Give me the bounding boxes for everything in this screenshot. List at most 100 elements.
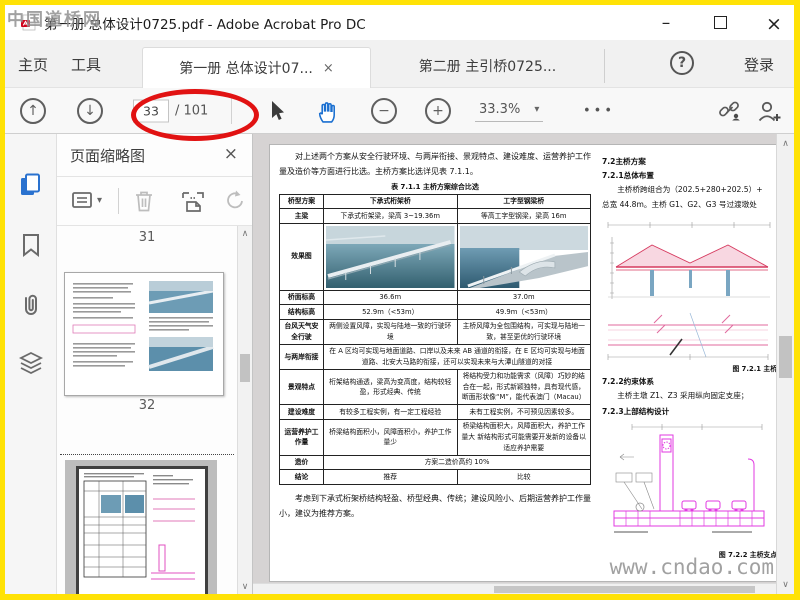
zoom-out-button[interactable]: − <box>371 97 397 124</box>
doc-tab-2[interactable]: 第二册 主引桥0725... <box>371 49 605 83</box>
row-label: 建设难度 <box>279 404 324 420</box>
row-label: 结论 <box>279 469 324 485</box>
header-cell: 下承式桁架桥 <box>323 193 458 210</box>
thumbnail-options-button[interactable]: ▾ <box>71 189 102 211</box>
table-row: 结论 推荐 比较 <box>279 469 591 485</box>
scroll-up-icon[interactable]: ∧ <box>238 229 252 239</box>
zoom-in-button[interactable]: + <box>425 97 451 124</box>
cell-merged: 方案二造价高约 10% <box>323 454 591 471</box>
rotate-pages-icon[interactable] <box>223 189 245 213</box>
horizontal-scrollbar-thumb[interactable] <box>493 586 756 593</box>
maximize-button[interactable] <box>710 13 730 33</box>
horizontal-scrollbar[interactable] <box>253 583 776 594</box>
select-tool-icon[interactable] <box>267 100 287 122</box>
bridge-plan-figure <box>607 313 769 361</box>
close-button[interactable]: × <box>764 13 784 35</box>
panel-scrollbar[interactable]: ∧ ∨ <box>237 226 252 594</box>
cell-option-b: 主桥风障为全包围结构，可实现与陆地一致，甚至更优的行驶环境 <box>456 318 591 345</box>
section-paragraph: 总宽 44.8m。主桥 G1、G2、G3 号过渡墩处 <box>602 199 757 209</box>
zoom-level-dropdown[interactable]: 33.3% ▾ <box>475 100 544 122</box>
next-page-button[interactable]: ↓ <box>77 97 103 124</box>
panel-toolbar-divider <box>118 188 119 214</box>
tab-home[interactable]: 主页 <box>18 40 48 88</box>
page-number-input[interactable] <box>133 99 169 122</box>
panel-close-icon[interactable]: × <box>224 144 238 164</box>
intro-paragraph: 对上述两个方案从安全行驶环境、与两岸衔接、景观特点、建设难度、运营养护工作量及造… <box>279 152 591 176</box>
panel-scrollbar-thumb[interactable] <box>240 354 250 382</box>
header-cell: 桥型方案 <box>279 193 324 210</box>
row-label: 桥面标高 <box>279 289 324 306</box>
cell-option-a: 推荐 <box>323 469 458 485</box>
bookmarks-icon[interactable] <box>18 232 44 258</box>
zoom-level-value: 33.3% <box>479 101 521 117</box>
layers-icon[interactable] <box>18 350 44 376</box>
cell-option-b: 未有工程实例，不可预见因素较多。 <box>456 404 591 420</box>
delete-pages-icon[interactable] <box>133 189 155 213</box>
cell-option-b: 将结构受力和功能需求（风障）巧妙的结合在一起，形式新颖独特，具有现代感，断面形状… <box>456 368 591 406</box>
cell-option-a: 桥梁结构面积小，风障面积小，养护工作量少 <box>323 418 458 456</box>
main-toolbar: ↑ ↓ / 101 − + 33.3% ▾ ••• <box>5 88 794 141</box>
cell-option-a: 有较多工程实例，有一定工程经验 <box>323 404 458 420</box>
scroll-down-icon[interactable]: ∨ <box>238 582 252 592</box>
attachments-icon[interactable] <box>18 292 44 318</box>
navigation-rail <box>5 134 57 594</box>
figure-caption: 图 7.2.1 主桥 <box>732 365 776 374</box>
table-title: 表 7.1.1 主桥方案综合比选 <box>391 182 479 191</box>
window-body: 页面缩略图 × ▾ 31 32 ∧ ∨ 对上述两个方案从安全行驶环境、与两岸衔接… <box>5 134 794 594</box>
table-header-row: 桥型方案 下承式桁架桥 工字型钢梁桥 <box>279 193 591 210</box>
scroll-up-icon[interactable]: ∧ <box>777 139 794 149</box>
page-33-thumbnail[interactable] <box>76 466 208 594</box>
row-label: 景观特点 <box>279 368 324 406</box>
bridge-elevation-figure <box>607 222 771 300</box>
page-left-column: 对上述两个方案从安全行驶环境、与两岸衔接、景观特点、建设难度、运营养护工作量及造… <box>279 150 591 521</box>
table-row: 建设难度 有较多工程实例，有一定工程经验 未有工程实例，不可预见因素较多。 <box>279 404 591 420</box>
doc-tab-1[interactable]: 第一册 总体设计07... × <box>142 47 371 88</box>
extract-pages-icon[interactable] <box>181 189 205 213</box>
tab-tools[interactable]: 工具 <box>71 40 101 88</box>
minimize-button[interactable]: – <box>656 13 676 33</box>
vertical-scrollbar-thumb[interactable] <box>779 336 792 378</box>
thumbnails-panel-header: 页面缩略图 × <box>57 134 252 177</box>
section-heading: 7.2.2约束体系 <box>602 377 654 387</box>
cell-option-b: 49.9m（<53m） <box>456 304 591 320</box>
section-paragraph: 主桥主墩 Z1、Z3 采用纵向固定支座； <box>617 391 749 401</box>
page-thumbnails-icon[interactable] <box>18 172 44 198</box>
help-button[interactable]: ? <box>670 51 694 75</box>
scroll-down-icon[interactable]: ∨ <box>777 580 794 590</box>
add-account-icon[interactable] <box>756 99 782 123</box>
thumbnail-separator <box>60 454 234 455</box>
row-label: 效果图 <box>279 222 324 291</box>
cell-option-a: 下承式桁架梁，梁高 3~19.36m <box>323 208 458 224</box>
share-link-icon[interactable] <box>718 99 742 123</box>
cell-option-b: 比较 <box>456 469 591 485</box>
comparison-table: 桥型方案 下承式桁架桥 工字型钢梁桥 主梁 下承式桁架梁，梁高 3~19.36m… <box>279 193 591 485</box>
chevron-down-icon: ▾ <box>97 194 103 206</box>
more-tools-button[interactable]: ••• <box>583 103 615 118</box>
thumbnails-toolbar: ▾ <box>57 177 252 226</box>
table-row: 运营养护工作量 桥梁结构面积小，风障面积小，养护工作量少 桥梁结构面积大，风障面… <box>279 418 591 456</box>
document-view: 对上述两个方案从安全行驶环境、与两岸衔接、景观特点、建设难度、运营养护工作量及造… <box>253 134 776 594</box>
table-row: 效果图 <box>279 222 591 291</box>
previous-page-button[interactable]: ↑ <box>20 97 46 124</box>
page-total-label: / 101 <box>175 103 209 118</box>
rendering-photo-a <box>323 222 458 291</box>
doc-tab-1-close-icon[interactable]: × <box>323 61 334 76</box>
sign-in-button[interactable]: 登录 <box>744 40 774 88</box>
cell-option-b: 37.0m <box>456 289 591 306</box>
table-row: 桥面标高 36.6m 37.0m <box>279 289 591 306</box>
page-32-thumbnail[interactable] <box>64 272 224 396</box>
vertical-scrollbar[interactable]: ∧ ∨ <box>776 134 794 594</box>
page-32-preview <box>72 281 214 371</box>
conclusion-paragraph: 考虑到下承式桁架桥结构轻盈、桥型经典、传统；建设风险小、后期运营养护工作量小，建… <box>279 493 591 518</box>
page-32-label: 32 <box>138 398 156 413</box>
cell-option-a: 52.9m（<53m） <box>323 304 458 320</box>
row-label: 结构标高 <box>279 304 324 320</box>
hand-tool-icon[interactable] <box>315 99 339 123</box>
options-list-icon <box>72 192 92 208</box>
window-title: 第一册 总体设计0725.pdf - Adobe Acrobat Pro DC <box>44 16 366 33</box>
cell-option-a: 两侧设置风障，实现与陆地一致的行驶环境 <box>323 318 458 345</box>
acrobat-window: 第一册 总体设计0725.pdf - Adobe Acrobat Pro DC … <box>0 0 800 600</box>
truss-bridge-photo <box>326 225 455 288</box>
cell-option-b: 桥梁结构面积大，风障面积大，养护工作量大 新结构形式可能需要开发新的设备以适应养… <box>456 418 591 456</box>
cell-option-a: 桁架结构通透，梁高为变高度，结构较轻盈，形式经典、传统 <box>323 368 458 406</box>
